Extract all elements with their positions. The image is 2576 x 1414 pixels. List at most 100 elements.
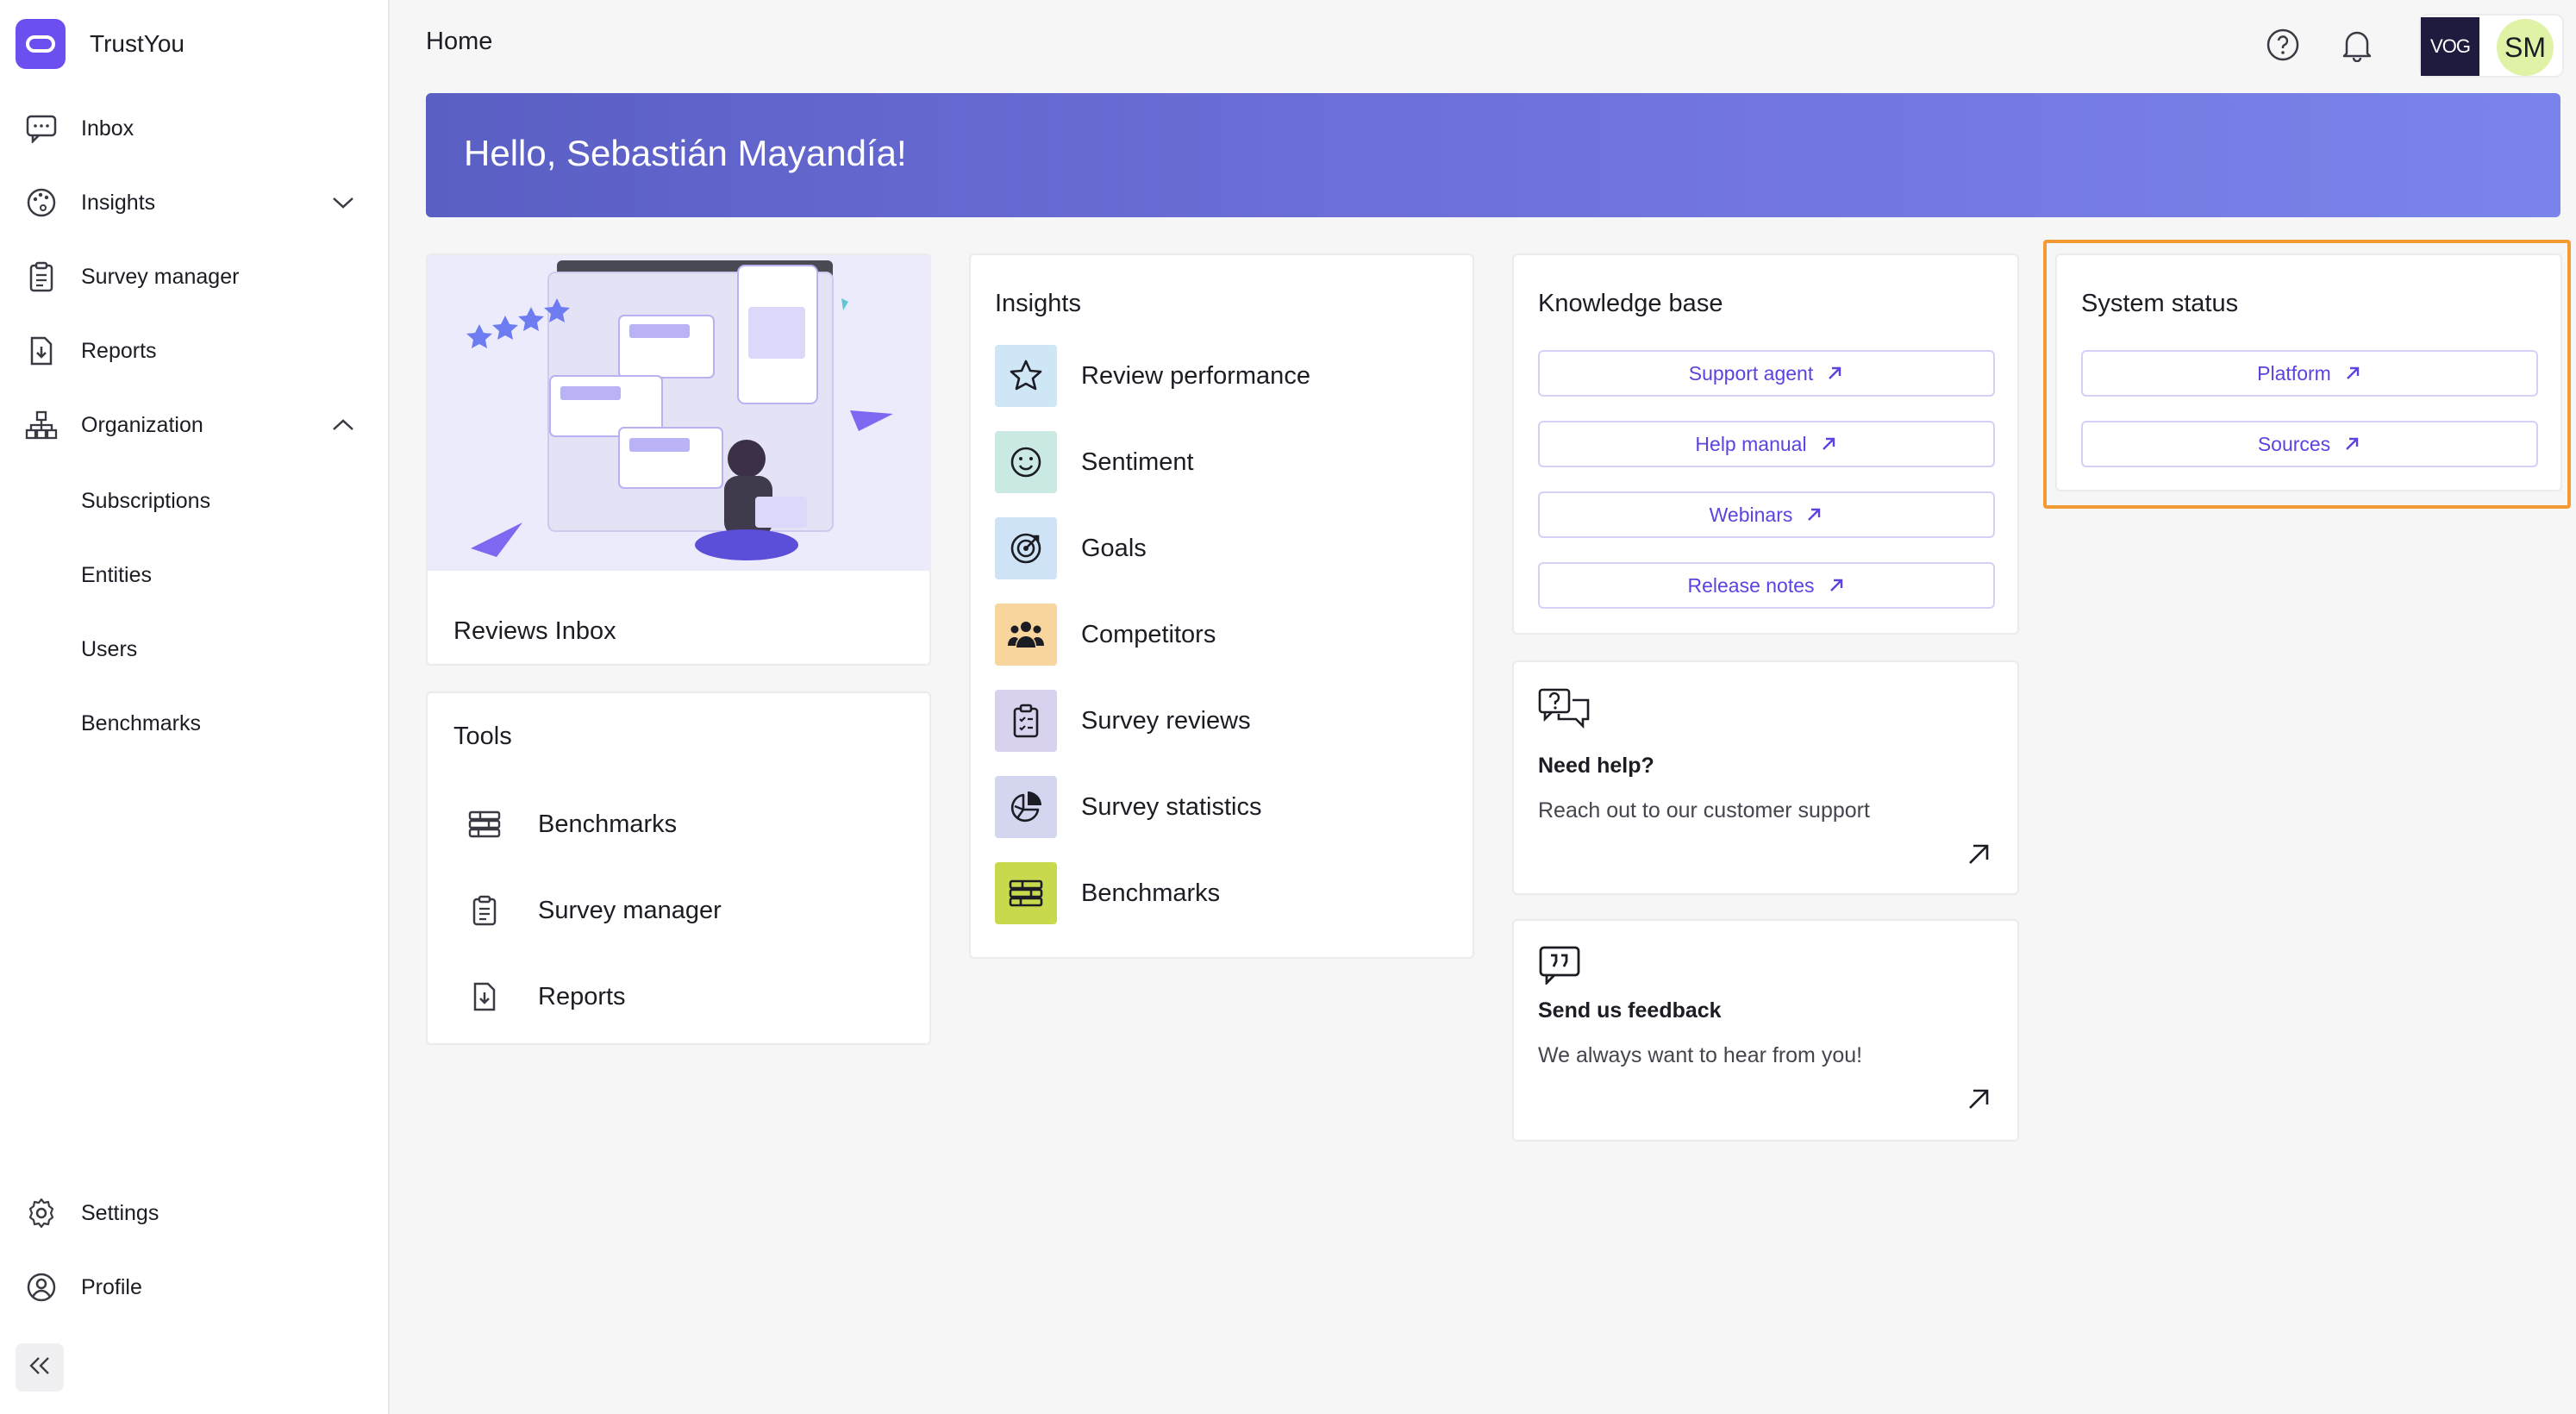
link-label: Support agent xyxy=(1688,361,1814,385)
feedback-card[interactable]: Send us feedback We always want to hear … xyxy=(1512,919,2019,1142)
tool-item-survey-manager[interactable]: Survey manager xyxy=(428,867,931,954)
sidebar-item-label: Profile xyxy=(81,1274,142,1299)
sidebar-subitem-label: Subscriptions xyxy=(81,488,211,513)
benchmarks-icon xyxy=(995,862,1057,924)
sidebar-subitem-label: Entities xyxy=(81,562,152,587)
help-manual-link[interactable]: Help manual xyxy=(1538,421,1995,467)
greeting: Hello, Sebastián Mayandía! xyxy=(464,133,907,173)
chevron-down-icon[interactable] xyxy=(326,185,360,220)
clipboard-icon xyxy=(466,892,503,929)
sidebar-item-inbox[interactable]: Inbox xyxy=(0,98,390,159)
sidebar-subitem-benchmarks[interactable]: Benchmarks xyxy=(0,693,390,754)
reviews-illustration xyxy=(428,255,931,571)
tool-item-reports[interactable]: Reports xyxy=(428,954,931,1040)
sidebar-item-insights[interactable]: Insights xyxy=(0,172,390,233)
page-title: Home xyxy=(426,28,493,55)
account-switcher[interactable]: VOG SM xyxy=(2419,14,2564,78)
benchmarks-icon xyxy=(466,805,503,843)
clipboard-check-icon xyxy=(995,690,1057,752)
link-label: Webinars xyxy=(1709,503,1793,526)
gear-icon xyxy=(24,1196,59,1230)
brand[interactable]: TrustYou xyxy=(16,19,184,69)
need-help-title: Need help? xyxy=(1538,754,1654,778)
smiley-icon xyxy=(995,431,1057,493)
sidebar-item-reports[interactable]: Reports xyxy=(0,321,390,381)
insights-card: Insights Review performance Sentiment Go… xyxy=(969,253,1474,959)
need-help-text: Reach out to our customer support xyxy=(1538,798,1870,823)
pie-chart-icon xyxy=(995,776,1057,838)
quote-bubble-icon xyxy=(1538,945,1581,989)
sidebar-subitem-label: Benchmarks xyxy=(81,710,201,735)
sidebar-subitem-users[interactable]: Users xyxy=(0,619,390,679)
sidebar-item-label: Inbox xyxy=(81,116,134,141)
support-agent-link[interactable]: Support agent xyxy=(1538,350,1995,397)
insight-item-sentiment[interactable]: Sentiment xyxy=(971,419,1474,505)
sidebar-item-survey-manager[interactable]: Survey manager xyxy=(0,247,390,307)
topbar: Home xyxy=(391,0,2576,90)
sidebar-item-label: Settings xyxy=(81,1200,159,1225)
insight-item-review-performance[interactable]: Review performance xyxy=(971,333,1474,419)
reviews-inbox-title: Reviews Inbox xyxy=(453,617,616,645)
sidebar-item-label: Survey manager xyxy=(81,264,240,289)
clipboard-icon xyxy=(24,260,59,294)
tool-label: Survey manager xyxy=(538,896,722,924)
sidebar-subitem-subscriptions[interactable]: Subscriptions xyxy=(0,471,390,531)
app-name: TrustYou xyxy=(90,30,184,57)
insight-item-benchmarks[interactable]: Benchmarks xyxy=(971,850,1474,936)
chevron-up-icon[interactable] xyxy=(326,408,360,442)
insight-label: Review performance xyxy=(1081,361,1310,390)
trustyou-logo-icon xyxy=(16,19,66,69)
arrow-up-right-icon[interactable] xyxy=(1966,1086,1991,1117)
help-icon[interactable] xyxy=(2262,24,2304,66)
chat-bubble-icon xyxy=(24,111,59,146)
insight-item-goals[interactable]: Goals xyxy=(971,505,1474,591)
sidebar-item-organization[interactable]: Organization xyxy=(0,395,390,455)
collapse-sidebar-button[interactable] xyxy=(16,1343,64,1392)
tool-label: Reports xyxy=(538,982,626,1010)
insight-label: Sentiment xyxy=(1081,447,1194,476)
insight-item-survey-reviews[interactable]: Survey reviews xyxy=(971,678,1474,764)
external-arrow-icon xyxy=(1822,437,1835,450)
tools-card: Tools Benchmarks Survey manager Reports xyxy=(426,691,931,1045)
external-arrow-icon xyxy=(1829,366,1841,379)
tools-title: Tools xyxy=(453,723,512,750)
link-label: Release notes xyxy=(1687,573,1815,597)
insight-label: Goals xyxy=(1081,534,1147,562)
tool-item-benchmarks[interactable]: Benchmarks xyxy=(428,781,931,867)
release-notes-link[interactable]: Release notes xyxy=(1538,562,1995,609)
target-icon xyxy=(995,517,1057,579)
feedback-title: Send us feedback xyxy=(1538,998,1722,1023)
bell-icon[interactable] xyxy=(2336,24,2378,66)
sidebar-item-profile[interactable]: Profile xyxy=(0,1257,390,1317)
double-chevron-left-icon xyxy=(28,1356,51,1380)
reviews-inbox-card[interactable]: Reviews Inbox xyxy=(426,253,931,666)
sidebar: TrustYou Inbox Insights Survey manager R… xyxy=(0,0,390,1414)
sidebar-subitem-entities[interactable]: Entities xyxy=(0,545,390,605)
download-doc-icon xyxy=(466,978,503,1016)
tool-label: Benchmarks xyxy=(538,810,678,838)
system-status-highlight xyxy=(2043,240,2571,509)
knowledge-base-title: Knowledge base xyxy=(1538,290,1723,317)
help-chat-icon xyxy=(1538,688,1591,735)
star-icon xyxy=(995,345,1057,407)
insight-item-survey-statistics[interactable]: Survey statistics xyxy=(971,764,1474,850)
feedback-text: We always want to hear from you! xyxy=(1538,1043,1863,1067)
arrow-up-right-icon[interactable] xyxy=(1966,842,1991,872)
sidebar-item-settings[interactable]: Settings xyxy=(0,1183,390,1243)
users-group-icon xyxy=(995,604,1057,666)
sidebar-item-label: Reports xyxy=(81,338,157,363)
external-arrow-icon xyxy=(1829,579,1842,591)
insight-label: Survey reviews xyxy=(1081,706,1251,735)
sidebar-item-label: Organization xyxy=(81,412,203,437)
insight-label: Benchmarks xyxy=(1081,879,1221,907)
external-arrow-icon xyxy=(1808,508,1821,521)
insights-title: Insights xyxy=(995,290,1081,317)
avatar[interactable]: SM xyxy=(2497,19,2554,76)
link-label: Help manual xyxy=(1695,432,1807,455)
insight-item-competitors[interactable]: Competitors xyxy=(971,591,1474,678)
need-help-card[interactable]: Need help? Reach out to our customer sup… xyxy=(1512,660,2019,895)
org-tree-icon xyxy=(24,408,59,442)
sidebar-item-label: Insights xyxy=(81,190,156,215)
welcome-banner: Hello, Sebastián Mayandía! xyxy=(426,93,2560,217)
webinars-link[interactable]: Webinars xyxy=(1538,491,1995,538)
